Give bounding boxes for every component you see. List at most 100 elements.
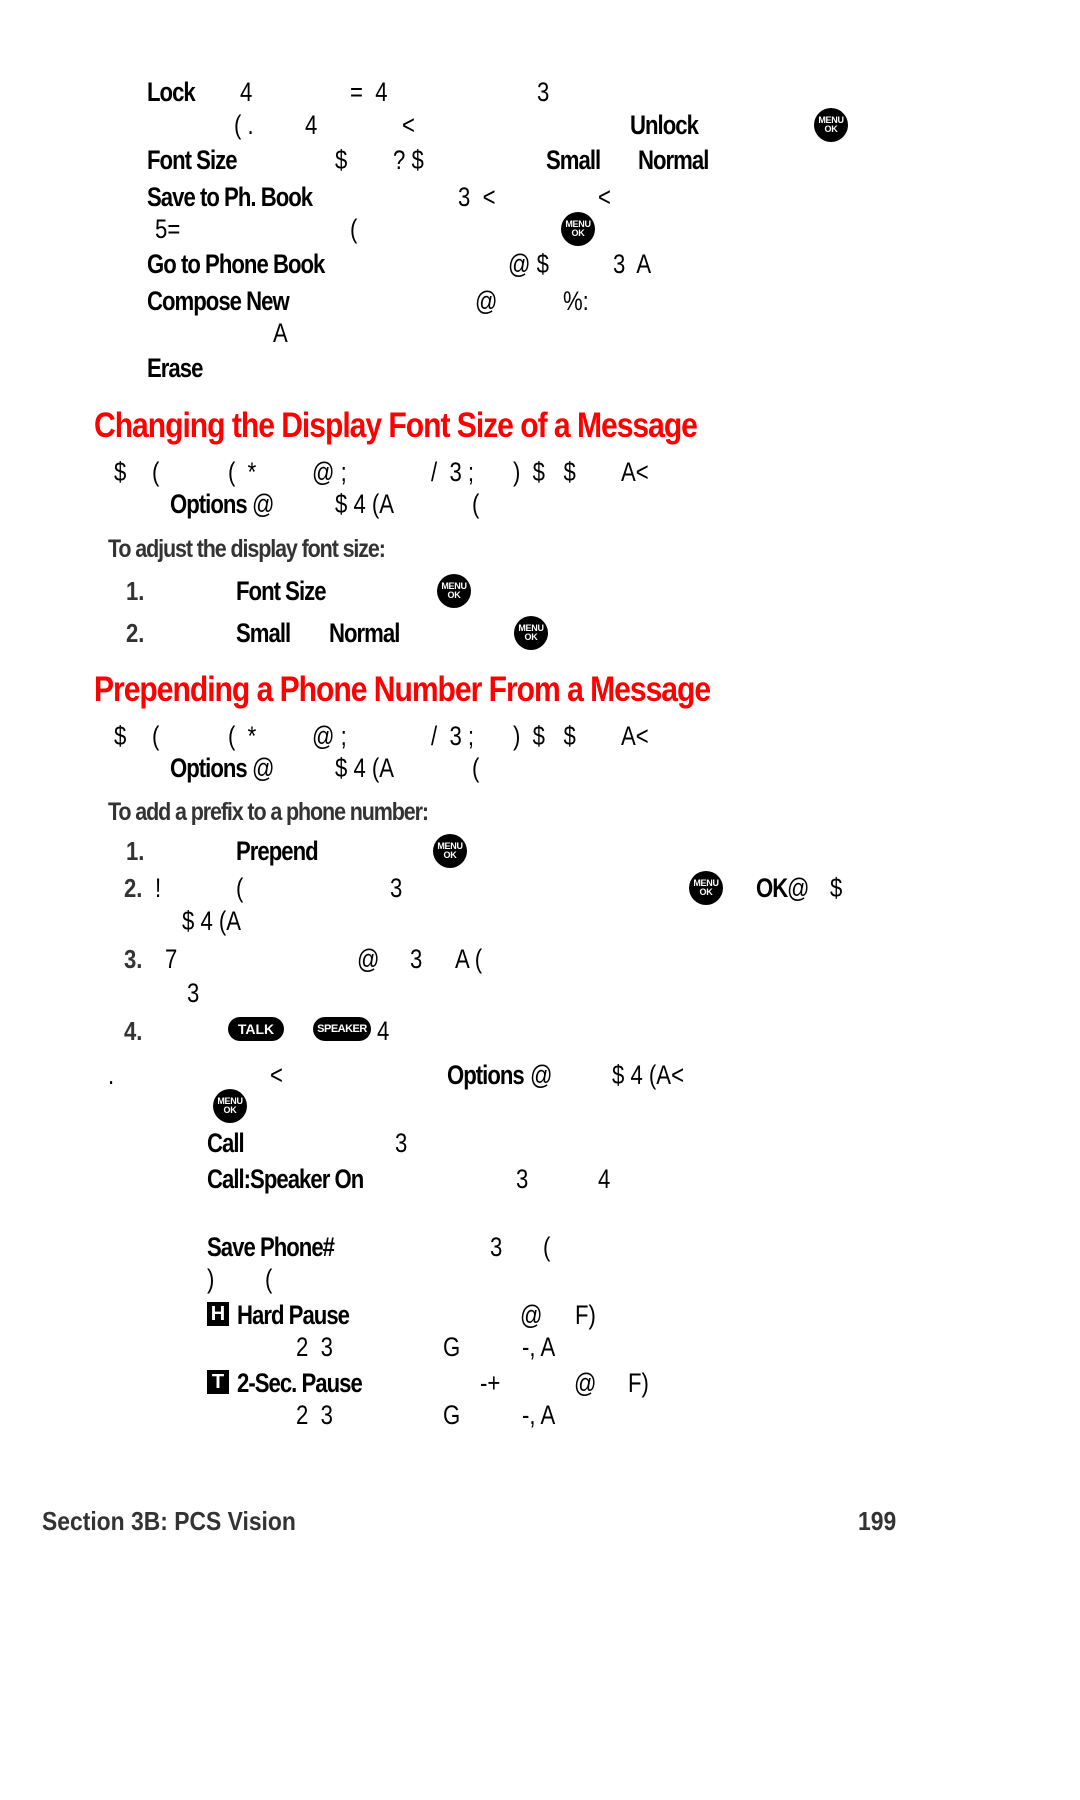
text-fragment: ( (236, 873, 244, 903)
text-fragment: @ ; (312, 721, 347, 751)
text-fragment: ( (472, 489, 480, 519)
text-fragment: 7 (165, 944, 178, 974)
menu-ok-bottom-text: OK (223, 1105, 237, 1115)
text-fragment: 3 (187, 978, 200, 1008)
section-heading: Prepending a Phone Number From a Message (94, 670, 711, 709)
text-fragment: @ (787, 873, 810, 903)
menu-ok-key-icon: MENU OK (561, 212, 595, 246)
speaker-key-icon: SPEAKER (313, 1017, 371, 1041)
text-fragment: -, A (522, 1332, 556, 1362)
text-fragment: 3 (537, 77, 550, 107)
text-fragment: $ (114, 721, 127, 751)
text-fragment: G (443, 1332, 461, 1362)
unlock-label: Unlock (630, 110, 699, 140)
text-fragment: . (108, 1060, 115, 1090)
text-fragment: ( * (228, 721, 257, 751)
text-fragment: G (443, 1400, 461, 1430)
save-phone-option-label: Save Phone# (207, 1232, 335, 1262)
text-fragment: 4 (598, 1164, 611, 1194)
text-fragment: 4 (377, 1016, 390, 1046)
font-size-label: Font Size (236, 576, 327, 606)
options-label: Options (170, 753, 248, 783)
text-fragment: < (270, 1060, 283, 1090)
text-fragment: @ ; (312, 457, 347, 487)
options-label: Options (447, 1060, 525, 1090)
call-option-label: Call (207, 1128, 245, 1158)
menu-ok-key-icon: MENU OK (514, 616, 548, 650)
text-fragment: A< (621, 721, 649, 751)
small-label: Small (236, 618, 291, 648)
text-fragment: @ (252, 489, 275, 519)
text-fragment: ) $ $ (513, 457, 576, 487)
page-number: 199 (858, 1506, 897, 1536)
save-to-ph-book-label: Save to Ph. Book (147, 182, 313, 212)
menu-ok-key-icon: MENU OK (814, 108, 848, 142)
text-fragment: 3 (516, 1164, 529, 1194)
text-fragment: ? $ (393, 145, 424, 175)
text-fragment: @ (530, 1060, 553, 1090)
erase-label: Erase (147, 353, 203, 383)
lock-label: Lock (147, 77, 196, 107)
options-label: Options (170, 489, 248, 519)
text-fragment: 3 (490, 1232, 503, 1262)
text-fragment: $ (830, 873, 843, 903)
talk-key-icon: TALK (228, 1017, 284, 1041)
normal-label: Normal (638, 145, 709, 175)
text-fragment: 3 (395, 1128, 408, 1158)
two-sec-pause-icon: T (207, 1370, 229, 1394)
compose-new-label: Compose New (147, 286, 290, 316)
subheading: To adjust the display font size: (108, 535, 386, 563)
text-fragment: @ (357, 944, 380, 974)
text-fragment: $ (335, 145, 348, 175)
menu-ok-bottom-text: OK (571, 228, 585, 238)
text-fragment: / 3 ; (431, 457, 475, 487)
step-number: 2. (124, 873, 143, 903)
hard-pause-glyph: H (210, 1302, 226, 1325)
text-fragment: = 4 (350, 77, 388, 107)
hard-pause-option-label: Hard Pause (237, 1300, 350, 1330)
text-fragment: 3 A (613, 249, 652, 279)
hard-pause-icon: H (207, 1302, 229, 1326)
text-fragment: @ (520, 1300, 543, 1330)
menu-ok-bottom-text: OK (443, 850, 457, 860)
text-fragment: 2 3 (296, 1332, 333, 1362)
text-fragment: A< (621, 457, 649, 487)
menu-ok-bottom-text: OK (699, 887, 713, 897)
menu-ok-bottom-text: OK (447, 590, 461, 600)
menu-ok-key-icon: MENU OK (437, 574, 471, 608)
two-sec-pause-option-label: 2-Sec. Pause (237, 1368, 363, 1398)
call-speaker-on-option-label: Call:Speaker On (207, 1164, 364, 1194)
text-fragment: 4 (305, 110, 318, 140)
menu-ok-key-icon: MENU OK (689, 871, 723, 905)
text-fragment: F) (628, 1368, 649, 1398)
text-fragment: ( (543, 1232, 551, 1262)
text-fragment: $ 4 (A< (612, 1060, 685, 1090)
text-fragment: ( (472, 753, 480, 783)
normal-label: Normal (329, 618, 400, 648)
text-fragment: @ (475, 286, 498, 316)
font-size-label: Font Size (147, 145, 238, 175)
menu-ok-bottom-text: OK (524, 632, 538, 642)
text-fragment: @ $ (508, 249, 549, 279)
go-to-phone-book-label: Go to Phone Book (147, 249, 325, 279)
text-fragment: ( (152, 457, 160, 487)
text-fragment: $ 4 (A (335, 489, 395, 519)
text-fragment: < (402, 110, 415, 140)
step-number: 2. (126, 618, 145, 648)
text-fragment: 2 3 (296, 1400, 333, 1430)
two-sec-pause-glyph: T (211, 1370, 225, 1393)
ok-label: OK (756, 873, 788, 903)
text-fragment: -+ (480, 1368, 501, 1398)
text-fragment: 5= (155, 214, 181, 244)
text-fragment: 3 < (458, 182, 496, 212)
text-fragment: @ (574, 1368, 597, 1398)
text-fragment: A (273, 318, 288, 348)
step-number: 1. (126, 576, 145, 606)
text-fragment: ( (265, 1264, 273, 1294)
text-fragment: ( * (228, 457, 257, 487)
text-fragment: $ (114, 457, 127, 487)
small-label: Small (546, 145, 601, 175)
text-fragment: 3 (410, 944, 423, 974)
step-number: 1. (126, 836, 145, 866)
menu-ok-key-icon: MENU OK (213, 1089, 247, 1123)
